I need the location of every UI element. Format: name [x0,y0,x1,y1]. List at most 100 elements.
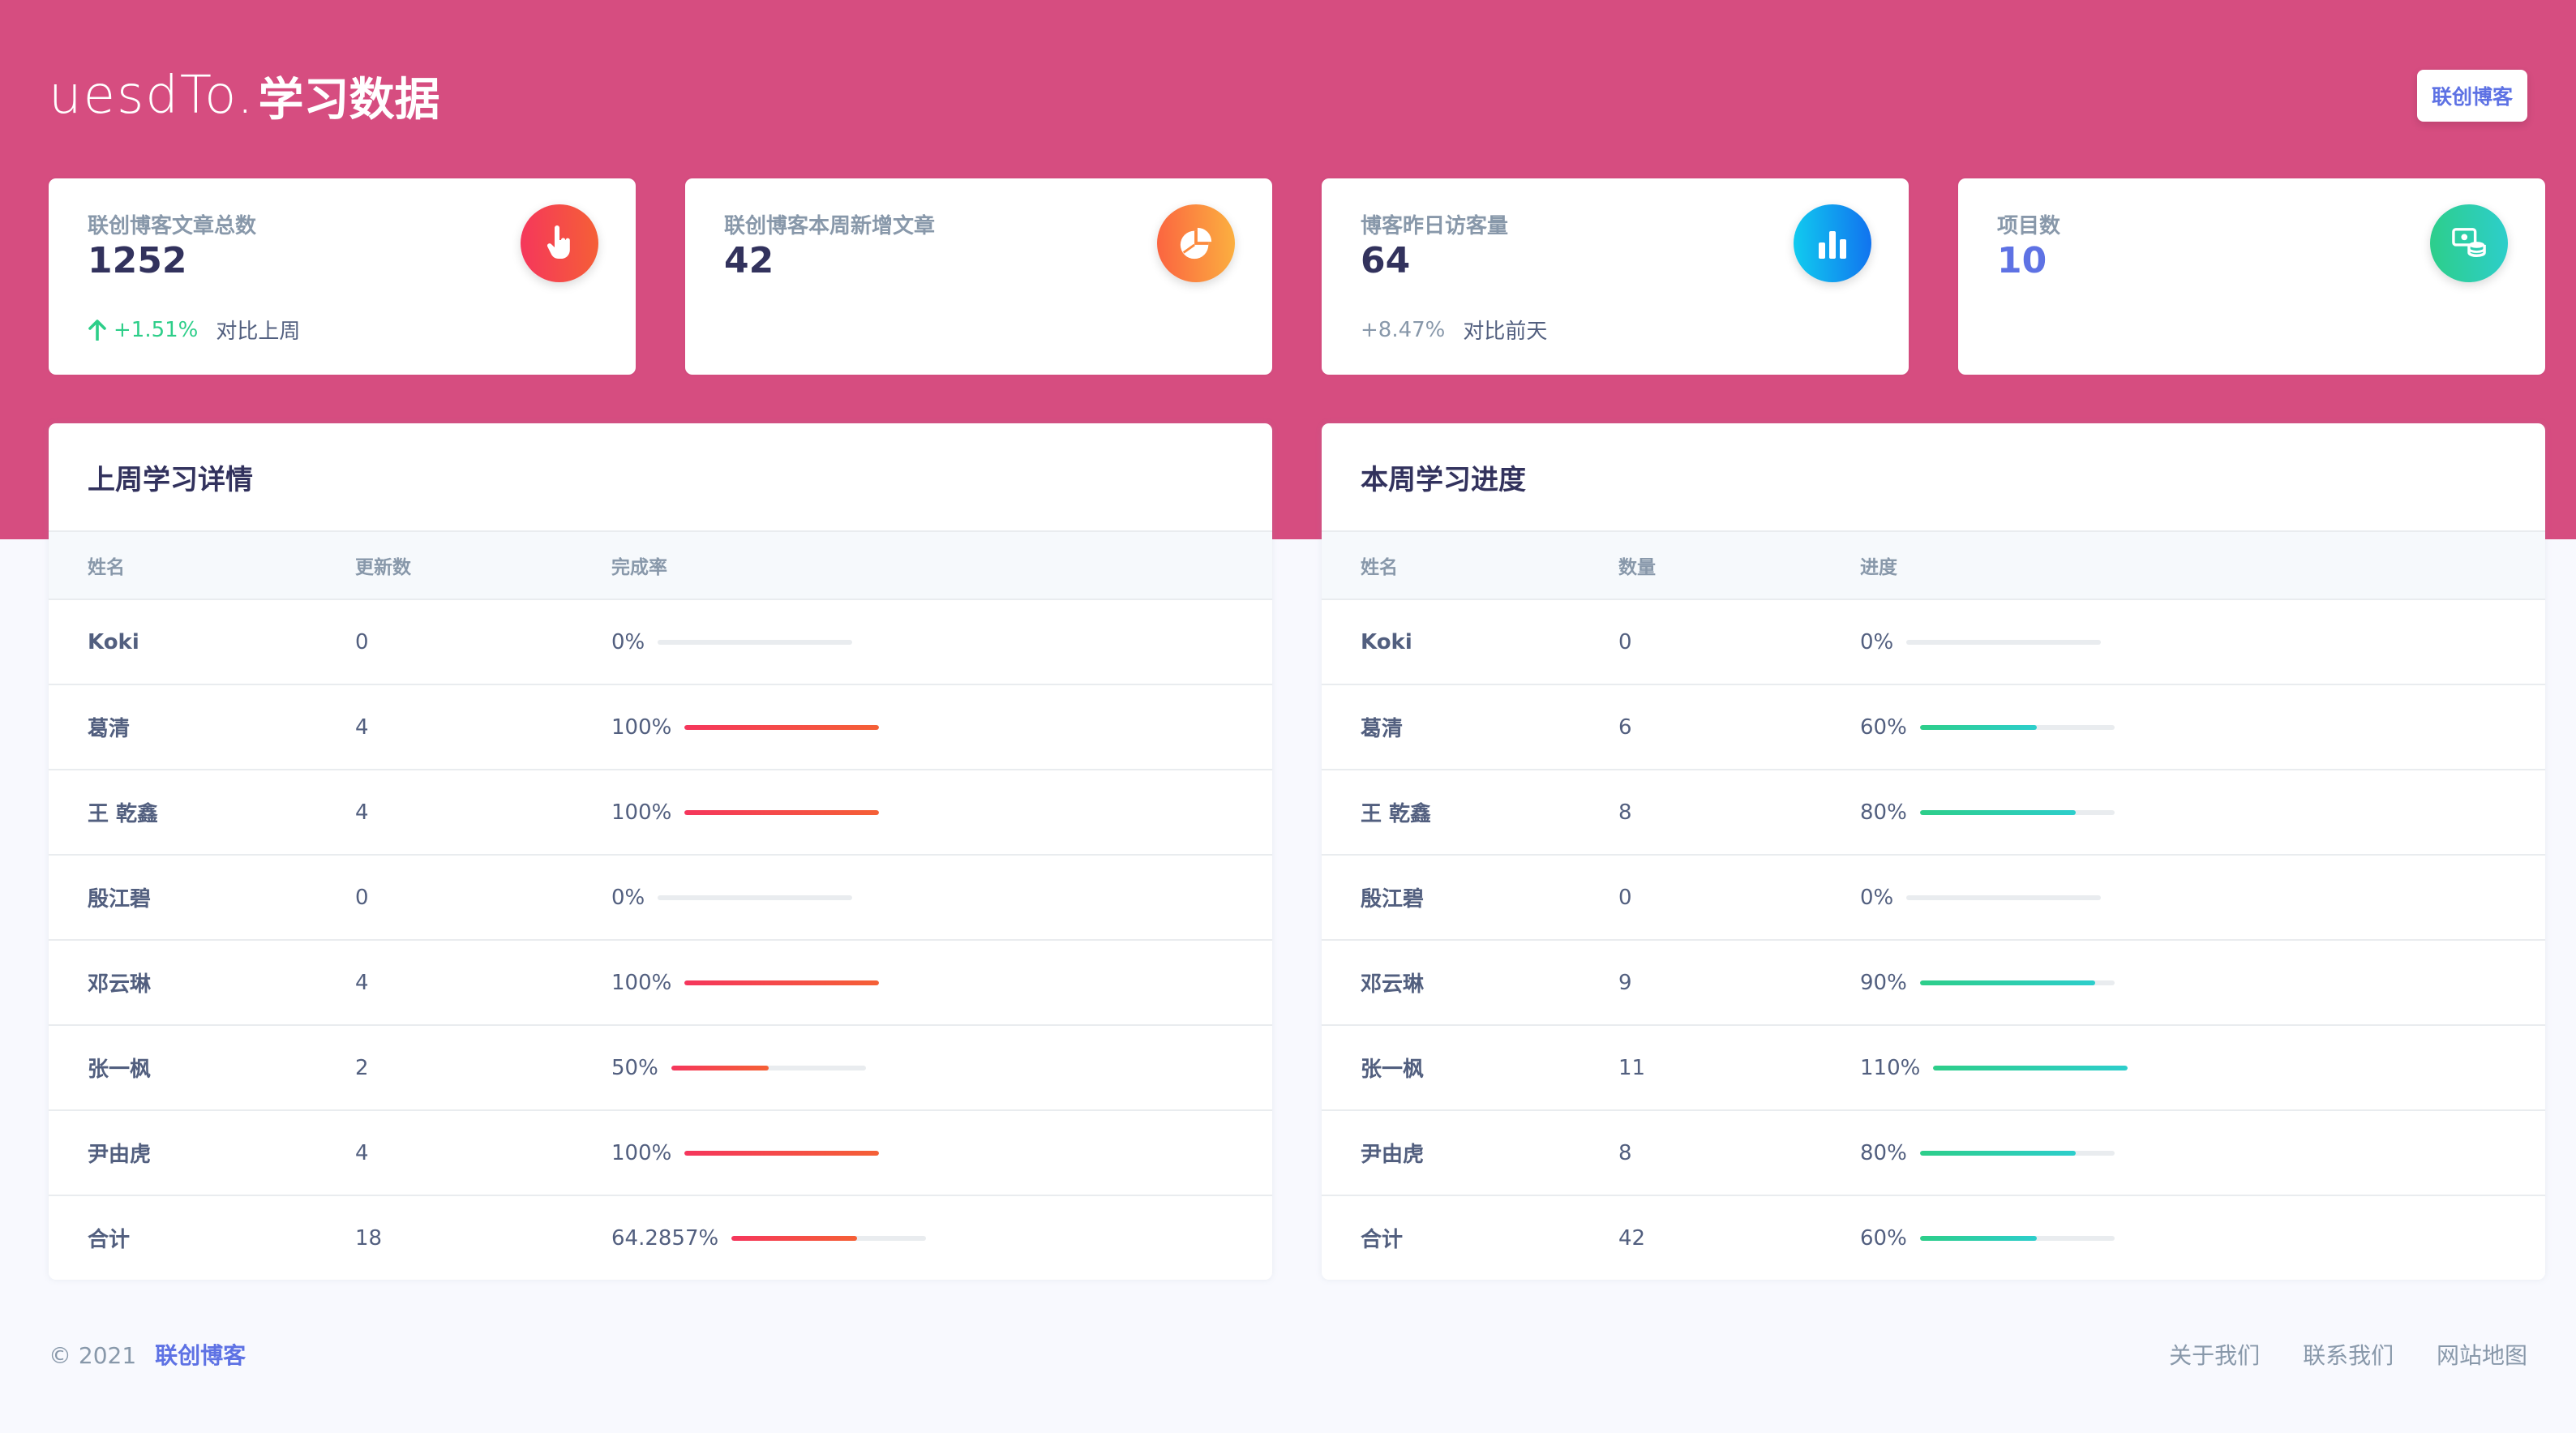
table-header-row: 姓名 数量 进度 [1322,532,2545,600]
table-row: 张一枫 2 50% [49,1025,1272,1111]
progress-percent: 60% [1860,714,1907,740]
stat-label: 联创博客文章总数 [88,214,257,238]
cell-name: 尹由虎 [1322,1110,1618,1196]
table-row: 尹由虎 4 100% [49,1110,1272,1196]
progress-wrap: 90% [1860,971,2545,995]
cell-name: 张一枫 [49,1025,355,1111]
stat-value: 10 [1997,240,2047,281]
progress-bar-fill [1919,724,2037,730]
footer-link-contact[interactable]: 联系我们 [2303,1342,2394,1369]
progress-percent: 110% [1860,1055,1921,1080]
progress-wrap: 100% [611,971,1272,995]
table-row: 殷江碧 0 0% [1322,855,2545,941]
last-week-table: 姓名 更新数 完成率 Koki 0 0% 葛清 4 100% 王 乾鑫 4 100% 殷江碧 0 0%… [49,532,1272,1280]
progress-bar [1919,980,2115,985]
stat-label: 项目数 [1997,214,2061,238]
page-title: 学习数据 [258,73,440,127]
cell-count: 42 [1618,1225,1646,1251]
stats-row: 联创博客文章总数 1252 +1.51% 对比上周 联创博客本周新增文章 42 [49,178,2547,375]
progress-bar-fill [684,809,880,815]
cell-name: Koki [49,599,355,685]
table-row: 邓云琳 9 90% [1322,940,2545,1026]
table-row: 合计 42 60% [1322,1195,2545,1280]
stat-change: +1.51% [88,318,198,342]
cell-name: 张一枫 [1322,1025,1618,1111]
stat-card-total-articles: 联创博客文章总数 1252 +1.51% 对比上周 [49,178,636,375]
stat-note: 对比上周 [216,320,301,344]
footer-link-about[interactable]: 关于我们 [2169,1342,2260,1369]
progress-wrap: 100% [611,1141,1272,1165]
cell-progress: 64.2857% [611,1195,1272,1280]
cell-count: 8 [1618,1110,1860,1196]
table-row: 张一枫 11 110% [1322,1025,2545,1111]
stat-value: 42 [724,240,774,281]
cell-progress: 110% [1860,1025,2545,1111]
cell-name: 合计 [88,1228,131,1252]
footer-link-sitemap[interactable]: 网站地图 [2437,1342,2527,1369]
footer-brand-link[interactable]: 联创博客 [155,1342,246,1369]
progress-bar [1906,639,2102,645]
stat-card-weekly-new: 联创博客本周新增文章 42 [685,178,1272,375]
bar-chart-icon [1794,204,1871,282]
column-header-name[interactable]: 姓名 [1322,532,1618,600]
progress-bar-fill [1919,980,2095,985]
progress-wrap: 50% [611,1056,1272,1080]
cell-count: 18 [355,1225,383,1251]
cell-progress: 80% [1860,1110,2545,1196]
table-row: 殷江碧 0 0% [49,855,1272,941]
last-week-table-body: Koki 0 0% 葛清 4 100% 王 乾鑫 4 100% 殷江碧 0 0% 邓云琳 4 100% 张一枫… [49,599,1272,1280]
cell-count: 4 [355,770,611,856]
progress-bar-fill [684,980,880,985]
progress-percent: 64.2857% [611,1225,719,1251]
cell-count: 0 [1618,855,1860,941]
cell-progress: 90% [1860,940,2545,1026]
cell-name: 王 乾鑫 [1322,770,1618,856]
cell-name: 王 乾鑫 [49,770,355,856]
pie-chart-icon [1157,204,1235,282]
cell-count: 4 [355,684,611,770]
blog-link-button[interactable]: 联创博客 [2416,70,2527,122]
arrow-up-icon [88,319,106,341]
progress-bar [684,809,880,815]
cell-progress: 100% [611,770,1272,856]
progress-wrap: 100% [611,715,1272,740]
column-header-rate[interactable]: 完成率 [611,532,1272,600]
cell-progress: 60% [1860,684,2545,770]
progress-bar [671,1065,866,1070]
cell-progress: 100% [611,684,1272,770]
column-header-count[interactable]: 数量 [1618,532,1860,600]
stat-change-value: +1.51% [114,317,199,342]
table-header-row: 姓名 更新数 完成率 [49,532,1272,600]
stat-footer: +1.51% 对比上周 [88,315,300,345]
cell-count: 0 [355,599,611,685]
progress-wrap: 100% [611,800,1272,825]
column-header-count[interactable]: 更新数 [355,532,611,600]
table-row: Koki 0 0% [1322,599,2545,685]
column-header-progress[interactable]: 进度 [1860,532,2545,600]
cell-name: Koki [1322,599,1618,685]
table-row: 合计 18 64.2857% [49,1195,1272,1280]
cell-name: 殷江碧 [1322,855,1618,941]
this-week-table-body: Koki 0 0% 葛清 6 60% 王 乾鑫 8 80% 殷江碧 0 0% 邓云琳 9 90% 张一枫 11 1… [1322,599,2545,1280]
copyright-text: © 2021 [49,1342,137,1369]
progress-bar-fill [1919,1235,2037,1241]
progress-wrap: 64.2857% [611,1226,1272,1251]
cell-name: 葛清 [1322,684,1618,770]
stat-value: 1252 [88,240,187,281]
cell-name: 合计 [1361,1228,1404,1252]
progress-percent: 0% [611,885,645,910]
progress-bar-fill [684,1150,880,1156]
progress-bar-fill [684,724,880,730]
stat-card-projects: 项目数 10 [1958,178,2545,375]
progress-bar-fill [1919,1150,2076,1156]
progress-bar [1919,724,2115,730]
cell-count: 0 [355,855,611,941]
column-header-name[interactable]: 姓名 [49,532,355,600]
stat-footer: +8.47% 对比前天 [1361,315,1547,345]
brand[interactable]: uesdTo. 学习数据 [49,63,440,129]
stat-label: 联创博客本周新增文章 [724,214,936,238]
stat-card-yesterday-visitors: 博客昨日访客量 64 +8.47% 对比前天 [1322,178,1909,375]
progress-percent: 0% [611,629,645,654]
table-row: 邓云琳 4 100% [49,940,1272,1026]
progress-bar-fill [671,1065,769,1070]
